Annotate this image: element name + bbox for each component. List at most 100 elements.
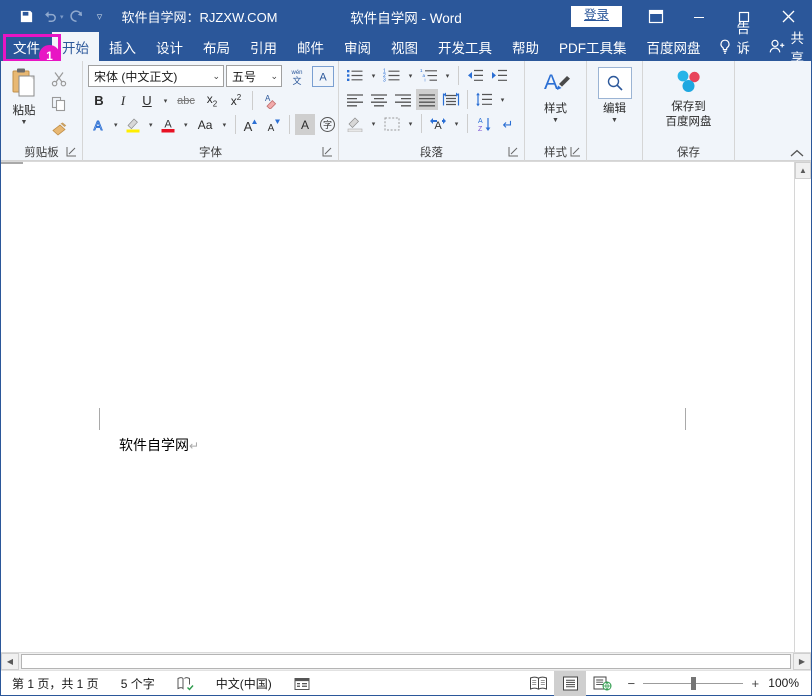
print-layout-icon[interactable] bbox=[554, 671, 586, 696]
grow-font-icon[interactable]: A bbox=[241, 114, 262, 135]
undo-dropdown-icon[interactable]: ▾ bbox=[60, 13, 64, 21]
borders-dropdown-icon[interactable]: ▾ bbox=[405, 120, 416, 128]
zoom-out-button[interactable]: − bbox=[626, 676, 636, 691]
horizontal-scroll-track[interactable] bbox=[19, 653, 793, 670]
highlight-color-icon[interactable] bbox=[123, 114, 144, 135]
accessibility-icon[interactable] bbox=[283, 676, 321, 691]
zoom-in-button[interactable]: + bbox=[750, 676, 760, 691]
web-layout-icon[interactable] bbox=[586, 671, 618, 696]
borders-icon[interactable] bbox=[381, 113, 403, 134]
font-name-combobox[interactable]: 宋体 (中文正文) ⌄ bbox=[88, 65, 224, 87]
italic-icon[interactable]: I bbox=[112, 90, 134, 111]
styles-dialog-launcher-icon[interactable] bbox=[570, 146, 582, 158]
scroll-up-button[interactable]: ▲ bbox=[795, 162, 811, 179]
paragraph-dialog-launcher-icon[interactable] bbox=[508, 146, 520, 158]
tab-design[interactable]: 设计 bbox=[146, 32, 193, 61]
asian-layout-icon[interactable]: A bbox=[427, 113, 449, 134]
zoom-slider-thumb[interactable] bbox=[691, 677, 696, 690]
highlight-dropdown-icon[interactable]: ▾ bbox=[146, 121, 156, 129]
paste-dropdown-icon[interactable]: ▼ bbox=[21, 119, 28, 126]
tab-pdf-tools[interactable]: PDF工具集 bbox=[549, 32, 637, 61]
multilevel-dropdown-icon[interactable]: ▾ bbox=[442, 72, 453, 80]
close-button[interactable] bbox=[766, 1, 811, 32]
undo-icon[interactable] bbox=[39, 6, 61, 28]
text-effects-icon[interactable]: A bbox=[88, 114, 109, 135]
scroll-right-button[interactable]: ▶ bbox=[793, 653, 811, 670]
enclose-character-icon[interactable]: 字 bbox=[317, 114, 338, 135]
line-spacing-icon[interactable] bbox=[473, 89, 495, 110]
tab-baidu-netdisk[interactable]: 百度网盘 bbox=[637, 32, 711, 61]
styles-button[interactable]: A 样式 ▼ bbox=[533, 65, 579, 124]
editing-button[interactable]: 编辑 ▼ bbox=[592, 65, 638, 124]
sign-in-button[interactable]: 登录 bbox=[571, 6, 622, 27]
tab-review[interactable]: 审阅 bbox=[334, 32, 381, 61]
show-formatting-marks-icon[interactable]: ↵ bbox=[497, 113, 519, 134]
language-indicator[interactable]: 中文(中国) bbox=[205, 675, 283, 692]
phonetic-guide-icon[interactable]: wén文 bbox=[284, 66, 310, 87]
horizontal-scrollbar[interactable]: ◀ ▶ bbox=[1, 652, 811, 670]
shading-icon[interactable] bbox=[344, 113, 366, 134]
shrink-font-icon[interactable]: A bbox=[263, 114, 284, 135]
tab-view[interactable]: 视图 bbox=[381, 32, 428, 61]
bold-icon[interactable]: B bbox=[88, 90, 110, 111]
zoom-control[interactable]: − + bbox=[618, 676, 768, 691]
editing-dropdown-icon[interactable]: ▼ bbox=[611, 117, 618, 124]
spell-check-icon[interactable] bbox=[166, 676, 205, 691]
chevron-down-icon[interactable]: ⌄ bbox=[208, 71, 220, 82]
scroll-left-button[interactable]: ◀ bbox=[1, 653, 19, 670]
change-case-icon[interactable]: Aa bbox=[193, 114, 217, 135]
distribute-icon[interactable] bbox=[440, 89, 462, 110]
justify-icon[interactable] bbox=[416, 89, 438, 110]
font-size-combobox[interactable]: 五号 ⌄ bbox=[226, 65, 282, 87]
clipboard-dialog-launcher-icon[interactable] bbox=[66, 146, 78, 158]
vertical-scrollbar[interactable]: ▲ bbox=[794, 162, 811, 652]
cut-icon[interactable] bbox=[47, 68, 71, 90]
page-indicator[interactable]: 第 1 页，共 1 页 bbox=[1, 675, 110, 692]
clear-formatting-icon[interactable]: A bbox=[258, 90, 280, 111]
horizontal-scroll-thumb[interactable] bbox=[21, 654, 791, 669]
zoom-percentage[interactable]: 100% bbox=[768, 676, 811, 690]
numbering-dropdown-icon[interactable]: ▾ bbox=[405, 72, 416, 80]
multilevel-list-icon[interactable]: 1ai bbox=[418, 65, 440, 86]
read-mode-icon[interactable] bbox=[522, 671, 554, 696]
customize-qat-icon[interactable]: ▿ bbox=[90, 6, 110, 28]
document-body-text[interactable]: 软件自学网↵ bbox=[119, 435, 199, 455]
align-center-icon[interactable] bbox=[368, 89, 390, 110]
chevron-down-icon[interactable]: ⌄ bbox=[266, 71, 278, 82]
redo-icon[interactable] bbox=[66, 6, 88, 28]
bullets-icon[interactable] bbox=[344, 65, 366, 86]
font-color-dropdown-icon[interactable]: ▾ bbox=[181, 121, 191, 129]
font-dialog-launcher-icon[interactable] bbox=[322, 146, 334, 158]
styles-dropdown-icon[interactable]: ▼ bbox=[552, 117, 559, 124]
tab-help[interactable]: 帮助 bbox=[502, 32, 549, 61]
text-effects-dropdown-icon[interactable]: ▾ bbox=[111, 121, 121, 129]
tell-me-button[interactable]: 告诉我 bbox=[711, 32, 762, 61]
change-case-dropdown-icon[interactable]: ▾ bbox=[219, 121, 229, 129]
line-spacing-dropdown-icon[interactable]: ▾ bbox=[497, 96, 508, 104]
tab-insert[interactable]: 插入 bbox=[99, 32, 146, 61]
underline-dropdown-icon[interactable]: ▾ bbox=[160, 97, 171, 105]
increase-indent-icon[interactable] bbox=[488, 65, 510, 86]
save-icon[interactable] bbox=[15, 6, 37, 28]
subscript-icon[interactable]: x2 bbox=[201, 90, 223, 111]
vertical-scroll-track[interactable] bbox=[795, 179, 811, 652]
superscript-icon[interactable]: x2 bbox=[225, 90, 247, 111]
tab-developer[interactable]: 开发工具 bbox=[428, 32, 502, 61]
align-left-icon[interactable] bbox=[344, 89, 366, 110]
decrease-indent-icon[interactable] bbox=[464, 65, 486, 86]
strikethrough-icon[interactable]: abc bbox=[173, 90, 199, 111]
asian-layout-dropdown-icon[interactable]: ▾ bbox=[451, 120, 462, 128]
zoom-slider[interactable] bbox=[643, 683, 743, 684]
collapse-ribbon-icon[interactable] bbox=[790, 149, 804, 158]
bullets-dropdown-icon[interactable]: ▾ bbox=[368, 72, 379, 80]
shading-dropdown-icon[interactable]: ▾ bbox=[368, 120, 379, 128]
tab-layout[interactable]: 布局 bbox=[193, 32, 240, 61]
save-to-baidu-netdisk-button[interactable]: 保存到 百度网盘 bbox=[646, 65, 732, 129]
copy-icon[interactable] bbox=[47, 93, 71, 115]
paste-button[interactable]: 粘贴 ▼ bbox=[1, 65, 47, 126]
character-shading-icon[interactable]: A bbox=[295, 114, 316, 135]
minimize-button[interactable] bbox=[676, 1, 721, 32]
align-right-icon[interactable] bbox=[392, 89, 414, 110]
word-count[interactable]: 5 个字 bbox=[110, 675, 166, 692]
document-page[interactable]: 软件自学网↵ bbox=[1, 162, 794, 652]
